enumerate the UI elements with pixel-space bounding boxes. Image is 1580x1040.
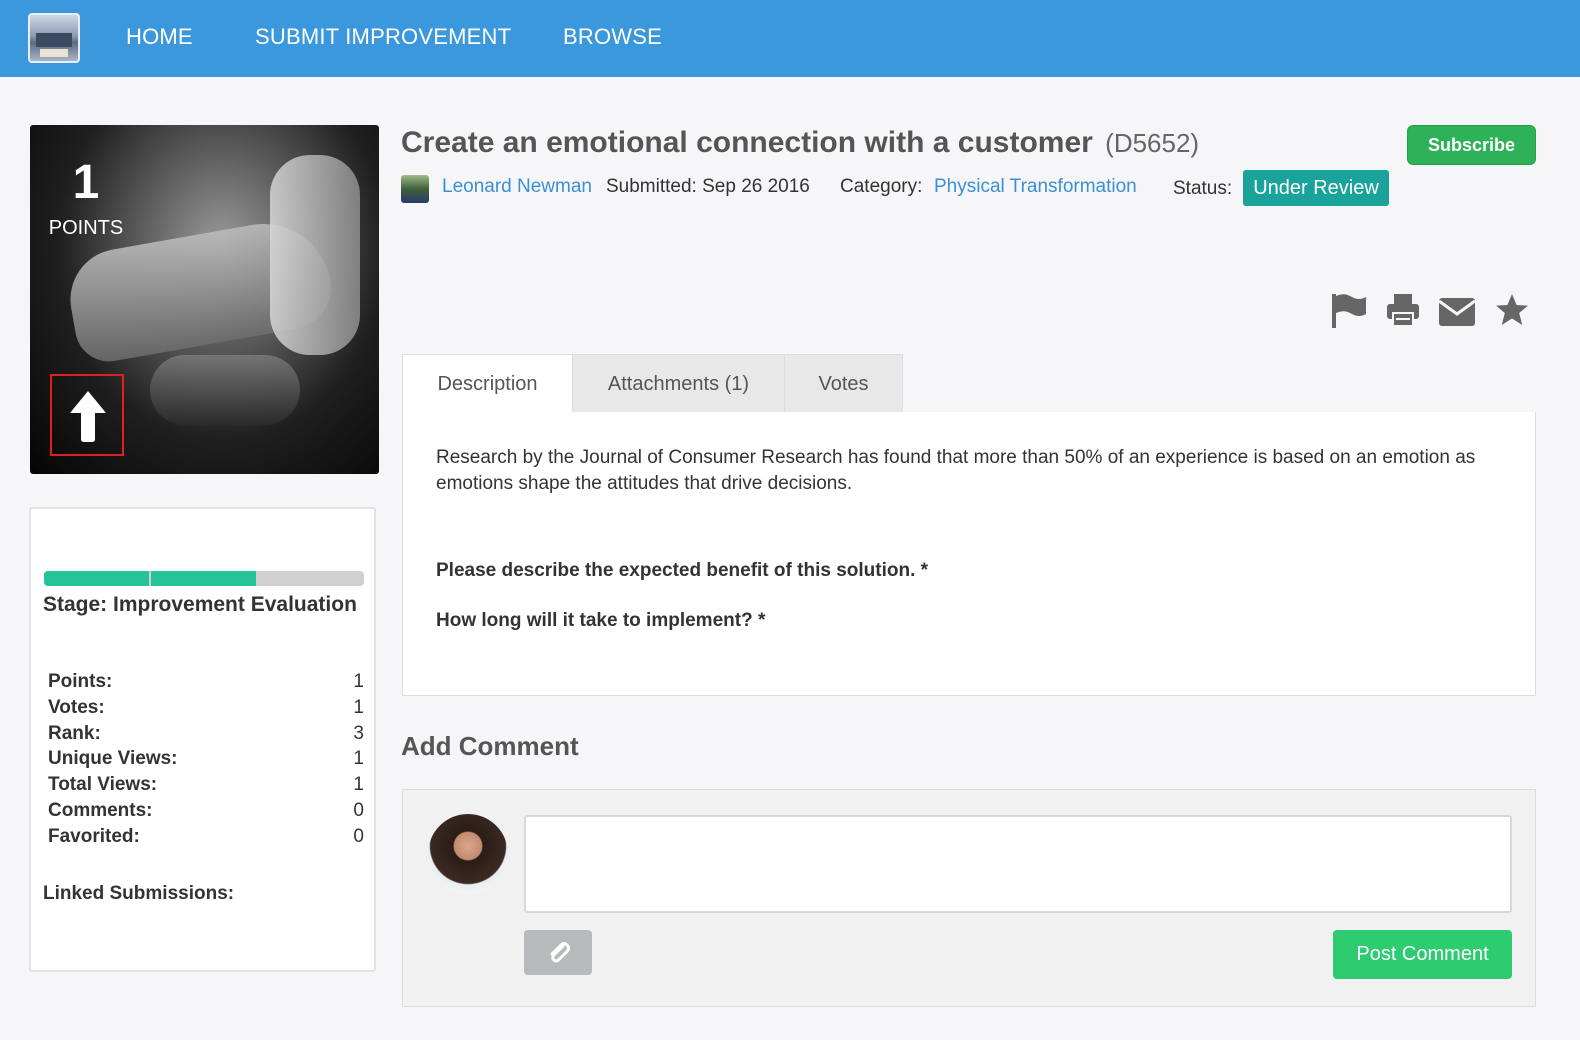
status-badge: Under Review xyxy=(1243,170,1389,206)
points-count: 1 xyxy=(72,156,100,209)
stats-panel: Stage: Improvement Evaluation Points: 1 V… xyxy=(29,507,376,972)
stat-value: 0 xyxy=(353,825,364,847)
upvote-button[interactable] xyxy=(50,374,124,456)
comment-form: Post Comment xyxy=(402,789,1536,1007)
stat-value: 0 xyxy=(353,799,364,821)
stat-row-total-views: Total Views: 1 xyxy=(48,772,364,798)
image-hand xyxy=(270,155,360,355)
progress-segment xyxy=(44,571,149,586)
stage-label: Stage: Improvement Evaluation xyxy=(43,593,357,616)
stat-label: Votes: xyxy=(48,696,105,718)
description-panel: Research by the Journal of Consumer Rese… xyxy=(402,412,1536,696)
submission-title: Create an emotional connection with a cu… xyxy=(401,126,1093,159)
stage-progress-bar xyxy=(44,571,364,586)
image-hand xyxy=(150,355,300,425)
stat-row-points: Points: 1 xyxy=(48,669,364,695)
stat-row-rank: Rank: 3 xyxy=(48,721,364,747)
star-icon[interactable] xyxy=(1494,292,1530,333)
category-label: Category: xyxy=(840,176,923,197)
stat-value: 3 xyxy=(353,722,364,744)
author-avatar[interactable] xyxy=(401,175,429,203)
building-logo[interactable] xyxy=(28,13,80,63)
nav-home[interactable]: HOME xyxy=(126,24,193,50)
stat-label: Points: xyxy=(48,671,113,692)
user-avatar xyxy=(428,814,508,894)
stat-value: 1 xyxy=(353,748,364,770)
description-text: Research by the Journal of Consumer Rese… xyxy=(436,447,1476,494)
status-label: Status: xyxy=(1173,178,1233,199)
subscribe-button[interactable]: Subscribe xyxy=(1407,125,1536,165)
post-comment-button[interactable]: Post Comment xyxy=(1333,930,1512,979)
paperclip-icon xyxy=(550,942,570,963)
linked-submissions-label: Linked Submissions: xyxy=(43,883,235,904)
category-link[interactable]: Physical Transformation xyxy=(934,176,1137,198)
page-title: Create an emotional connection with a cu… xyxy=(401,126,1199,160)
comment-input[interactable] xyxy=(524,815,1512,913)
stat-row-favorited: Favorited: 0 xyxy=(48,824,364,850)
submission-code: (D5652) xyxy=(1105,128,1200,158)
nav-submit-improvement[interactable]: SUBMIT IMPROVEMENT xyxy=(255,24,511,50)
stat-label: Total Views: xyxy=(48,774,158,796)
points-label: POINTS xyxy=(48,217,124,239)
stat-label: Rank: xyxy=(48,722,101,744)
stat-row-unique-views: Unique Views: 1 xyxy=(48,746,364,772)
stat-value: 1 xyxy=(353,696,364,718)
flag-icon[interactable] xyxy=(1330,292,1368,333)
stat-row-votes: Votes: 1 xyxy=(48,695,364,721)
stat-label: Unique Views: xyxy=(48,748,178,770)
stat-value: 1 xyxy=(353,671,364,692)
submitted-date: Submitted: Sep 26 2016 xyxy=(606,176,810,197)
stat-value: 1 xyxy=(353,774,364,796)
stat-label: Favorited: xyxy=(48,825,140,847)
question-implementation-time: How long will it take to implement? * xyxy=(436,610,766,631)
add-comment-heading: Add Comment xyxy=(401,731,579,761)
stat-row-comments: Comments: 0 xyxy=(48,798,364,824)
submission-image: 1 POINTS xyxy=(30,125,379,474)
tab-votes[interactable]: Votes xyxy=(784,354,903,413)
question-benefit: Please describe the expected benefit of … xyxy=(436,560,929,581)
top-navbar: HOME SUBMIT IMPROVEMENT BROWSE xyxy=(0,0,1580,77)
print-icon[interactable] xyxy=(1385,292,1421,333)
progress-segment xyxy=(151,571,256,586)
author-link[interactable]: Leonard Newman xyxy=(442,176,592,198)
stat-label: Comments: xyxy=(48,799,153,821)
attach-file-button[interactable] xyxy=(524,930,592,975)
arrow-up-icon xyxy=(70,391,106,442)
tab-attachments[interactable]: Attachments (1) xyxy=(572,354,785,413)
nav-browse[interactable]: BROWSE xyxy=(563,24,662,50)
tab-description[interactable]: Description xyxy=(402,354,573,413)
stats-list: Points: 1 Votes: 1 Rank: 3 Unique Views: 1 T… xyxy=(48,669,364,850)
envelope-icon[interactable] xyxy=(1438,292,1476,333)
